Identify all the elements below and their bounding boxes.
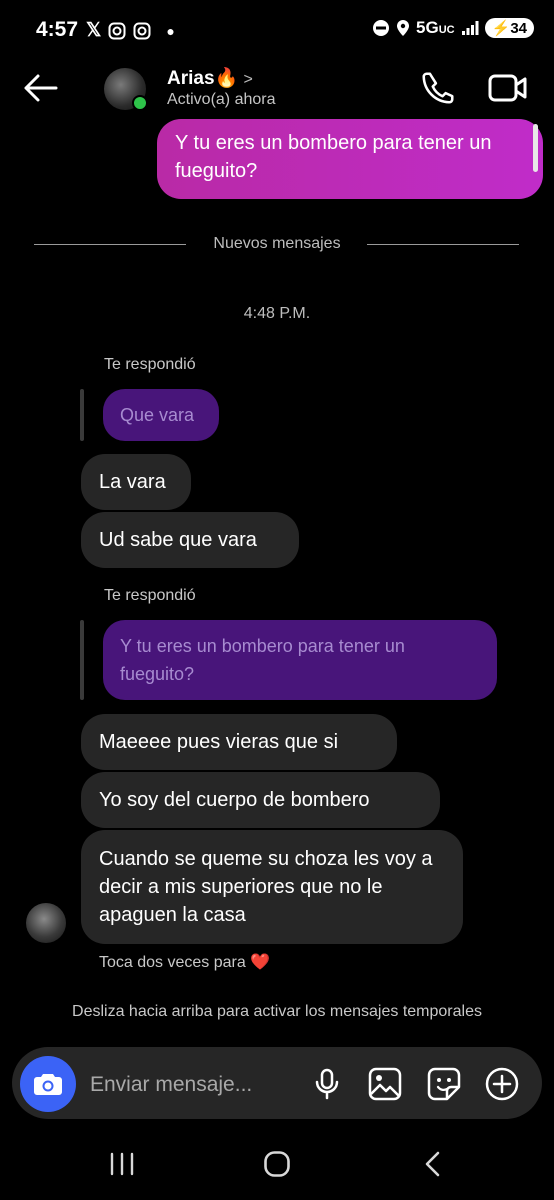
scrollbar[interactable] — [533, 124, 538, 172]
contact-status: Activo(a) ahora — [167, 91, 276, 108]
do-not-disturb-icon — [373, 20, 390, 36]
reply-label: Te respondió — [104, 356, 196, 373]
location-icon — [397, 20, 410, 36]
more-notifications-dot: ● — [166, 22, 175, 39]
status-right: 5GUC ⚡34 — [372, 18, 534, 38]
reply-indicator-bar — [80, 389, 84, 441]
nav-back-icon[interactable] — [420, 1150, 448, 1178]
home-icon[interactable] — [263, 1150, 291, 1178]
back-arrow-icon[interactable] — [22, 70, 58, 106]
sticker-icon — [427, 1067, 461, 1101]
new-messages-divider: Nuevos mensajes — [213, 235, 341, 252]
sent-message-bubble[interactable]: Y tu eres un bombero para tener un fuegu… — [157, 119, 543, 199]
reply-indicator-bar — [80, 620, 84, 700]
plus-circle-icon — [485, 1067, 519, 1101]
online-status-dot — [132, 95, 148, 111]
signal-icon — [461, 21, 479, 35]
network-type: 5GUC — [416, 18, 455, 37]
recent-apps-icon[interactable] — [108, 1150, 136, 1178]
battery-indicator: ⚡34 — [484, 18, 534, 38]
received-message-bubble[interactable]: Ud sabe que vara — [81, 512, 299, 568]
x-app-icon: 𝕏 — [86, 20, 102, 41]
image-icon — [368, 1067, 402, 1101]
instagram-notification-icon — [108, 22, 126, 39]
message-input[interactable] — [88, 1064, 292, 1106]
received-message-bubble[interactable]: Cuando se queme su choza les voy a decir… — [81, 830, 463, 944]
camera-icon — [34, 1074, 62, 1095]
quoted-message-bubble[interactable]: Que vara — [103, 389, 219, 441]
phone-call-icon[interactable] — [420, 70, 456, 106]
instagram-notification-icon-2 — [133, 22, 151, 39]
sticker-button[interactable] — [426, 1066, 462, 1102]
double-tap-hint: Toca dos veces para ❤️ — [99, 954, 271, 971]
video-call-icon[interactable] — [488, 70, 528, 106]
quoted-message-bubble[interactable]: Y tu eres un bombero para tener un fuegu… — [103, 620, 497, 700]
more-options-button[interactable] — [484, 1066, 520, 1102]
received-message-bubble[interactable]: Yo soy del cuerpo de bombero — [81, 772, 440, 828]
contact-avatar[interactable] — [104, 68, 148, 111]
notification-icons: 𝕏 ● — [86, 19, 175, 42]
gallery-button[interactable] — [367, 1066, 403, 1102]
reply-label: Te respondió — [104, 587, 196, 604]
camera-button[interactable] — [20, 1056, 76, 1112]
heart-icon: ❤️ — [250, 954, 271, 971]
received-message-bubble[interactable]: La vara — [81, 454, 191, 510]
sender-avatar[interactable] — [26, 903, 66, 943]
message-timestamp: 4:48 P.M. — [243, 305, 311, 322]
microphone-button[interactable] — [309, 1066, 345, 1102]
microphone-icon — [315, 1068, 339, 1100]
received-message-bubble[interactable]: Maeeee pues vieras que si — [81, 714, 397, 770]
contact-name[interactable]: Arias🔥 > — [167, 66, 253, 90]
status-time: 4:57 — [36, 18, 79, 41]
ephemeral-messages-hint: Desliza hacia arriba para activar los me… — [72, 1003, 482, 1020]
